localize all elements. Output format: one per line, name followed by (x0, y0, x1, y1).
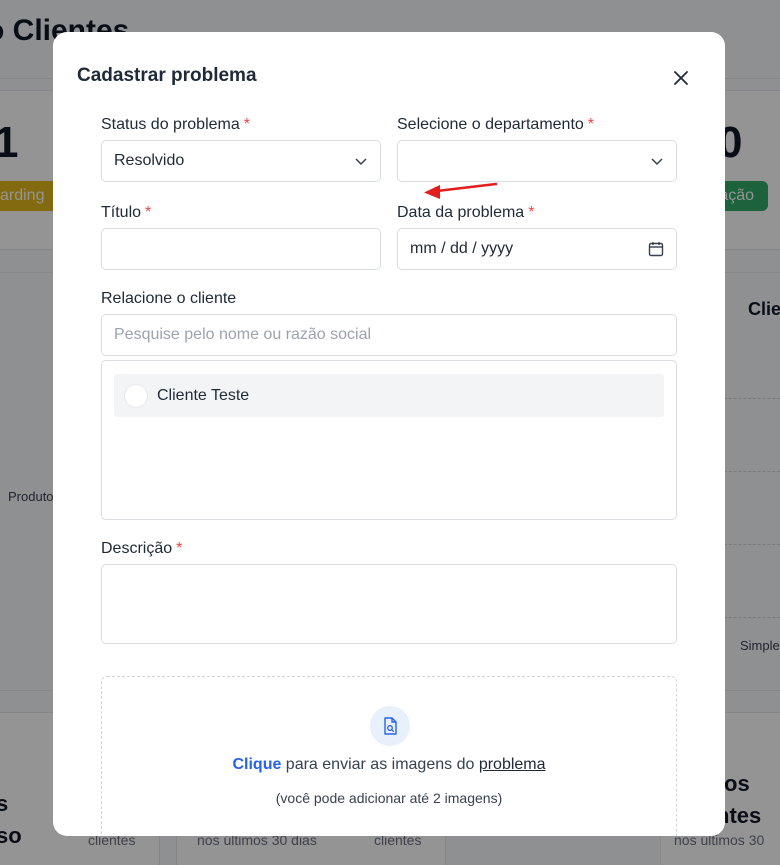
modal-title: Cadastrar problema (77, 65, 257, 86)
client-option[interactable]: Cliente Teste (114, 374, 664, 417)
file-search-icon (384, 717, 397, 735)
chevron-down-icon (355, 158, 367, 166)
required-marker: * (145, 204, 152, 221)
title-label: Título * (101, 204, 152, 221)
client-label: Relacione o cliente (101, 290, 237, 307)
status-select-value: Resolvido (114, 152, 185, 169)
close-icon (674, 71, 688, 85)
upload-hint: (você pode adicionar até 2 imagens) (275, 790, 503, 806)
chevron-down-icon (651, 158, 663, 166)
upload-click-link[interactable]: Clique (232, 756, 281, 773)
department-label: Selecione o departamento * (397, 116, 595, 133)
title-input[interactable] (101, 228, 381, 270)
register-problem-modal: Cadastrar problema Status do problema * R… (53, 32, 725, 836)
department-select[interactable] (397, 140, 677, 182)
calendar-icon[interactable] (648, 241, 664, 257)
description-textarea[interactable] (101, 564, 677, 644)
upload-instruction: Clique para enviar as imagens do problem… (232, 756, 546, 773)
required-marker: * (176, 540, 183, 557)
red-arrow-annotation (424, 182, 498, 199)
file-icon-badge (370, 706, 410, 746)
close-button[interactable] (667, 64, 695, 92)
required-marker: * (528, 204, 535, 221)
required-marker: * (243, 116, 250, 133)
image-upload-dropzone[interactable]: Clique para enviar as imagens do problem… (101, 676, 677, 836)
client-list: Cliente Teste (101, 360, 677, 520)
date-input-value: mm / dd / yyyy (410, 240, 514, 257)
date-input[interactable]: mm / dd / yyyy (397, 228, 677, 270)
client-search-input[interactable]: Pesquise pelo nome ou razão social (101, 314, 677, 356)
description-label: Descrição * (101, 540, 183, 557)
client-option-label: Cliente Teste (157, 386, 250, 404)
status-select[interactable]: Resolvido (101, 140, 381, 182)
status-label: Status do problema * (101, 116, 250, 133)
radio-button[interactable] (124, 383, 148, 408)
required-marker: * (587, 116, 595, 133)
